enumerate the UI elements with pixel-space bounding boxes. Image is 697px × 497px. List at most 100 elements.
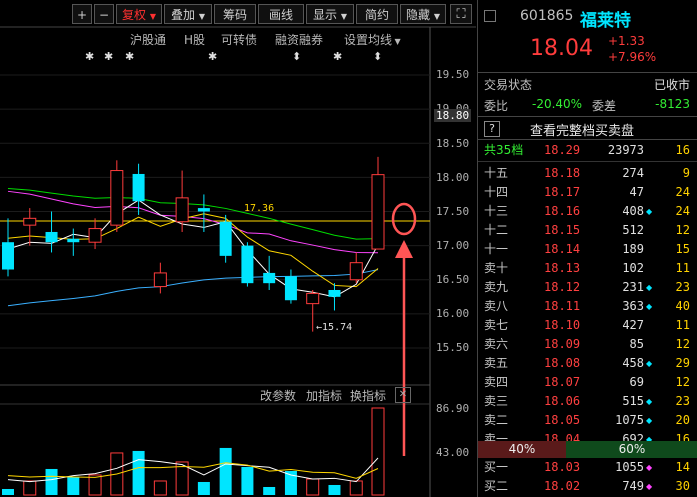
chevron-down-icon: ▼	[149, 12, 156, 21]
orderbook-row[interactable]: 卖八 18.11 363 ◆ 40	[478, 297, 697, 316]
kline-chart[interactable]: + − 复权 ▼ 叠加 ▼ 筹码 画线 显示 ▼ 简约 隐藏 ▼ ⛶ 沪股通 H…	[0, 0, 476, 497]
menu-icon[interactable]	[484, 10, 496, 22]
kezhuan-label[interactable]: 可转债	[221, 31, 257, 48]
volume-bar[interactable]	[219, 447, 232, 495]
full-orderbook-link[interactable]: 查看完整档买卖盘	[530, 120, 634, 139]
candle-body[interactable]	[349, 262, 363, 281]
chouma-button[interactable]: 筹码	[214, 4, 256, 24]
orderbook-row[interactable]: 卖七 18.10 427 11	[478, 316, 697, 335]
level-label: 买一	[484, 460, 509, 474]
orderbook-row[interactable]: 卖十 18.13 102 11	[478, 259, 697, 278]
weibi-value: -20.40%	[532, 97, 583, 111]
change-params-button[interactable]: 改参数	[260, 387, 296, 404]
close-icon[interactable]: ✕	[395, 387, 411, 403]
orderbook-row[interactable]: 十三 18.16 408 ◆ 24	[478, 202, 697, 221]
sell-ratio-bar: 40%	[478, 441, 566, 458]
fuquan-dropdown[interactable]: 复权 ▼	[116, 4, 162, 24]
help-icon[interactable]: ?	[484, 121, 500, 137]
level-volume: 515	[622, 394, 644, 408]
orderbook-row[interactable]: 买一 18.03 1055 ◆ 14	[478, 458, 697, 477]
candle-body[interactable]	[371, 174, 385, 250]
candle-body[interactable]	[110, 170, 124, 226]
event-marker-icon[interactable]: ⬍	[373, 50, 382, 63]
jianyue-button[interactable]: 简约	[356, 4, 398, 24]
level-count: 11	[675, 318, 690, 332]
candle-body[interactable]	[328, 289, 341, 297]
huaxian-button[interactable]: 画线	[258, 4, 304, 24]
candle-body[interactable]	[2, 242, 14, 270]
event-marker-icon[interactable]: ✱	[333, 50, 342, 63]
h-share-label[interactable]: H股	[184, 31, 205, 48]
total-levels-row: 共35档 18.29 23973 16	[478, 141, 697, 160]
candle-body[interactable]	[263, 272, 276, 284]
level-volume: 102	[622, 261, 644, 275]
level-volume: 274	[622, 166, 644, 180]
diejia-dropdown[interactable]: 叠加 ▼	[164, 4, 212, 24]
orderbook-row[interactable]: 卖五 18.08 458 ◆ 29	[478, 354, 697, 373]
rongzi-label[interactable]: 融资融券	[275, 31, 323, 48]
orderbook-row[interactable]: 卖二 18.05 1075 ◆ 20	[478, 411, 697, 430]
candle-body[interactable]	[45, 231, 58, 243]
candle-body[interactable]	[153, 272, 167, 288]
orderbook-row[interactable]: 卖四 18.07 69 12	[478, 373, 697, 392]
volume-bar[interactable]	[328, 484, 341, 495]
volume-bar[interactable]	[67, 476, 80, 495]
stock-name: 福莱特	[580, 11, 631, 31]
candle-body[interactable]	[175, 197, 189, 223]
volume-bar[interactable]	[306, 478, 320, 496]
price-tick: 18.50	[436, 137, 470, 150]
candle-body[interactable]	[284, 276, 297, 301]
xianshi-dropdown[interactable]: 显示 ▼	[306, 4, 354, 24]
candle-body[interactable]	[219, 221, 232, 256]
add-indicator-button[interactable]: 加指标	[306, 387, 342, 404]
level-count: 29	[675, 356, 690, 370]
level-volume: 1075	[615, 413, 644, 427]
candle-body[interactable]	[88, 228, 102, 243]
volume-bar[interactable]	[45, 468, 58, 495]
price-tick: 16.00	[436, 307, 470, 320]
volume-bar[interactable]	[23, 480, 37, 496]
hgt-label[interactable]: 沪股通	[130, 31, 166, 48]
orderbook-row[interactable]: 买二 18.02 749 ◆ 30	[478, 477, 697, 496]
zoom-out-button[interactable]: −	[94, 4, 114, 24]
event-marker-icon[interactable]: ⬍	[292, 50, 301, 63]
candle-body[interactable]	[23, 217, 37, 226]
price-tick: 15.50	[436, 341, 470, 354]
candle-body[interactable]	[67, 238, 80, 243]
candle-body[interactable]	[241, 245, 254, 284]
orderbook-row[interactable]: 卖九 18.12 231 ◆ 23	[478, 278, 697, 297]
orderbook-row[interactable]: 十五 18.18 274 9	[478, 164, 697, 183]
set-ma-button[interactable]: 设置均线 ▼	[344, 31, 401, 48]
orderbook-row[interactable]: 十四 18.17 47 24	[478, 183, 697, 202]
event-marker-icon[interactable]: ✱	[104, 50, 113, 63]
volume-bar[interactable]	[349, 480, 363, 496]
orderbook-row[interactable]: 十一 18.14 189 15	[478, 240, 697, 259]
volume-bar[interactable]	[371, 407, 385, 496]
volume-bar[interactable]	[241, 466, 254, 495]
volume-bar[interactable]	[153, 480, 167, 496]
level-count: 20	[675, 413, 690, 427]
candle-body[interactable]	[306, 292, 320, 305]
switch-indicator-button[interactable]: 换指标	[350, 387, 386, 404]
level-label: 卖五	[484, 356, 509, 370]
candle-body[interactable]	[132, 173, 145, 202]
volume-bar[interactable]	[88, 474, 102, 496]
orderbook-row[interactable]: 十二 18.15 512 12	[478, 221, 697, 240]
event-marker-icon[interactable]: ✱	[85, 50, 94, 63]
orderbook-row[interactable]: 卖六 18.09 85 12	[478, 335, 697, 354]
fullscreen-icon[interactable]: ⛶	[450, 4, 472, 24]
event-marker-icon[interactable]: ✱	[125, 50, 134, 63]
candle-body[interactable]	[197, 208, 210, 212]
total-label: 共35档	[484, 143, 524, 157]
yincang-dropdown[interactable]: 隐藏 ▼	[400, 4, 446, 24]
level-count: 12	[675, 337, 690, 351]
level-price: 18.02	[544, 479, 581, 493]
zoom-in-button[interactable]: +	[72, 4, 92, 24]
event-marker-icon[interactable]: ✱	[208, 50, 217, 63]
volume-bar[interactable]	[263, 486, 276, 495]
price-change: +1.33	[608, 34, 645, 48]
orderbook-row[interactable]: 卖三 18.06 515 ◆ 23	[478, 392, 697, 411]
volume-bar[interactable]	[2, 488, 14, 495]
volume-bar[interactable]	[197, 481, 210, 495]
volume-bar[interactable]	[132, 450, 145, 495]
